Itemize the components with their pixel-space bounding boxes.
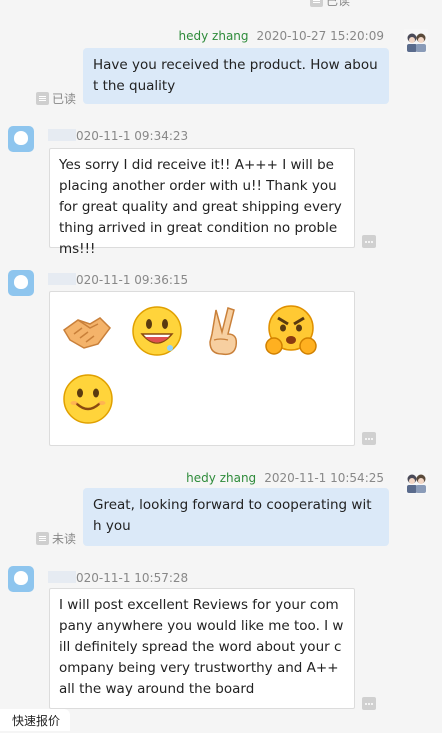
victory-hand-emoji-icon — [209, 307, 238, 356]
read-status-text: 已读 — [326, 0, 351, 8]
message-text: Yes sorry I did receive it!! A+++ I will… — [59, 157, 342, 257]
sender-name-redacted — [48, 571, 76, 583]
message-bubble-outgoing[interactable]: Great, looking forward to cooperating wi… — [83, 488, 389, 546]
sender-name: hedy zhang — [178, 29, 249, 43]
message-text: I will post excellent Reviews for your c… — [59, 597, 344, 697]
message-bubble-incoming[interactable]: I will post excellent Reviews for your c… — [49, 588, 355, 709]
sender-name: hedy zhang — [186, 471, 257, 485]
message-time: 020-11-1 09:34:23 — [76, 129, 189, 143]
message-meta: 020-11-1 09:36:15 — [48, 273, 188, 287]
read-receipt: 未读 — [36, 530, 76, 547]
message-meta: 020-11-1 09:34:23 — [48, 129, 188, 143]
message-time: 2020-11-1 10:54:25 — [264, 471, 384, 485]
read-status-text: 已读 — [52, 92, 77, 106]
more-options-icon[interactable] — [362, 697, 376, 710]
angry-emoji-icon — [265, 305, 317, 355]
receipt-icon — [36, 92, 49, 105]
message-meta: hedy zhang 2020-10-27 15:20:09 — [179, 29, 384, 43]
message-bubble-outgoing[interactable]: Have you received the product. How about… — [83, 48, 389, 104]
message-time: 020-11-1 09:36:15 — [76, 273, 189, 287]
contact-avatar-icon[interactable] — [8, 566, 34, 592]
sender-name-redacted — [48, 273, 76, 285]
read-status-text: 未读 — [52, 532, 77, 546]
message-bubble-incoming[interactable]: Yes sorry I did receive it!! A+++ I will… — [49, 148, 355, 257]
message-time: 020-11-1 10:57:28 — [76, 571, 189, 585]
read-receipt: 已读 — [36, 90, 76, 107]
more-options-icon[interactable] — [362, 432, 376, 445]
sender-name-redacted — [48, 129, 76, 141]
read-receipt-top: 已读 — [310, 0, 350, 9]
message-time: 2020-10-27 15:20:09 — [256, 29, 384, 43]
more-options-icon[interactable] — [362, 235, 376, 248]
handshake-emoji-icon — [63, 317, 111, 349]
grin-emoji-icon — [132, 306, 182, 356]
contact-avatar-icon[interactable] — [8, 270, 34, 296]
smile-emoji-icon — [63, 374, 113, 424]
receipt-icon — [36, 532, 49, 545]
message-text: Great, looking forward to cooperating wi… — [93, 497, 372, 534]
user-avatar-icon[interactable] — [404, 470, 428, 494]
message-text: Have you received the product. How about… — [93, 57, 378, 94]
message-meta: 020-11-1 10:57:28 — [48, 571, 188, 585]
contact-avatar-icon[interactable] — [8, 126, 34, 152]
user-avatar-icon[interactable] — [404, 29, 428, 53]
quick-quote-tab[interactable]: 快速报价 — [0, 709, 70, 731]
quick-quote-label: 快速报价 — [12, 714, 61, 728]
receipt-icon — [310, 0, 323, 7]
message-meta: hedy zhang 2020-11-1 10:54:25 — [186, 471, 384, 485]
